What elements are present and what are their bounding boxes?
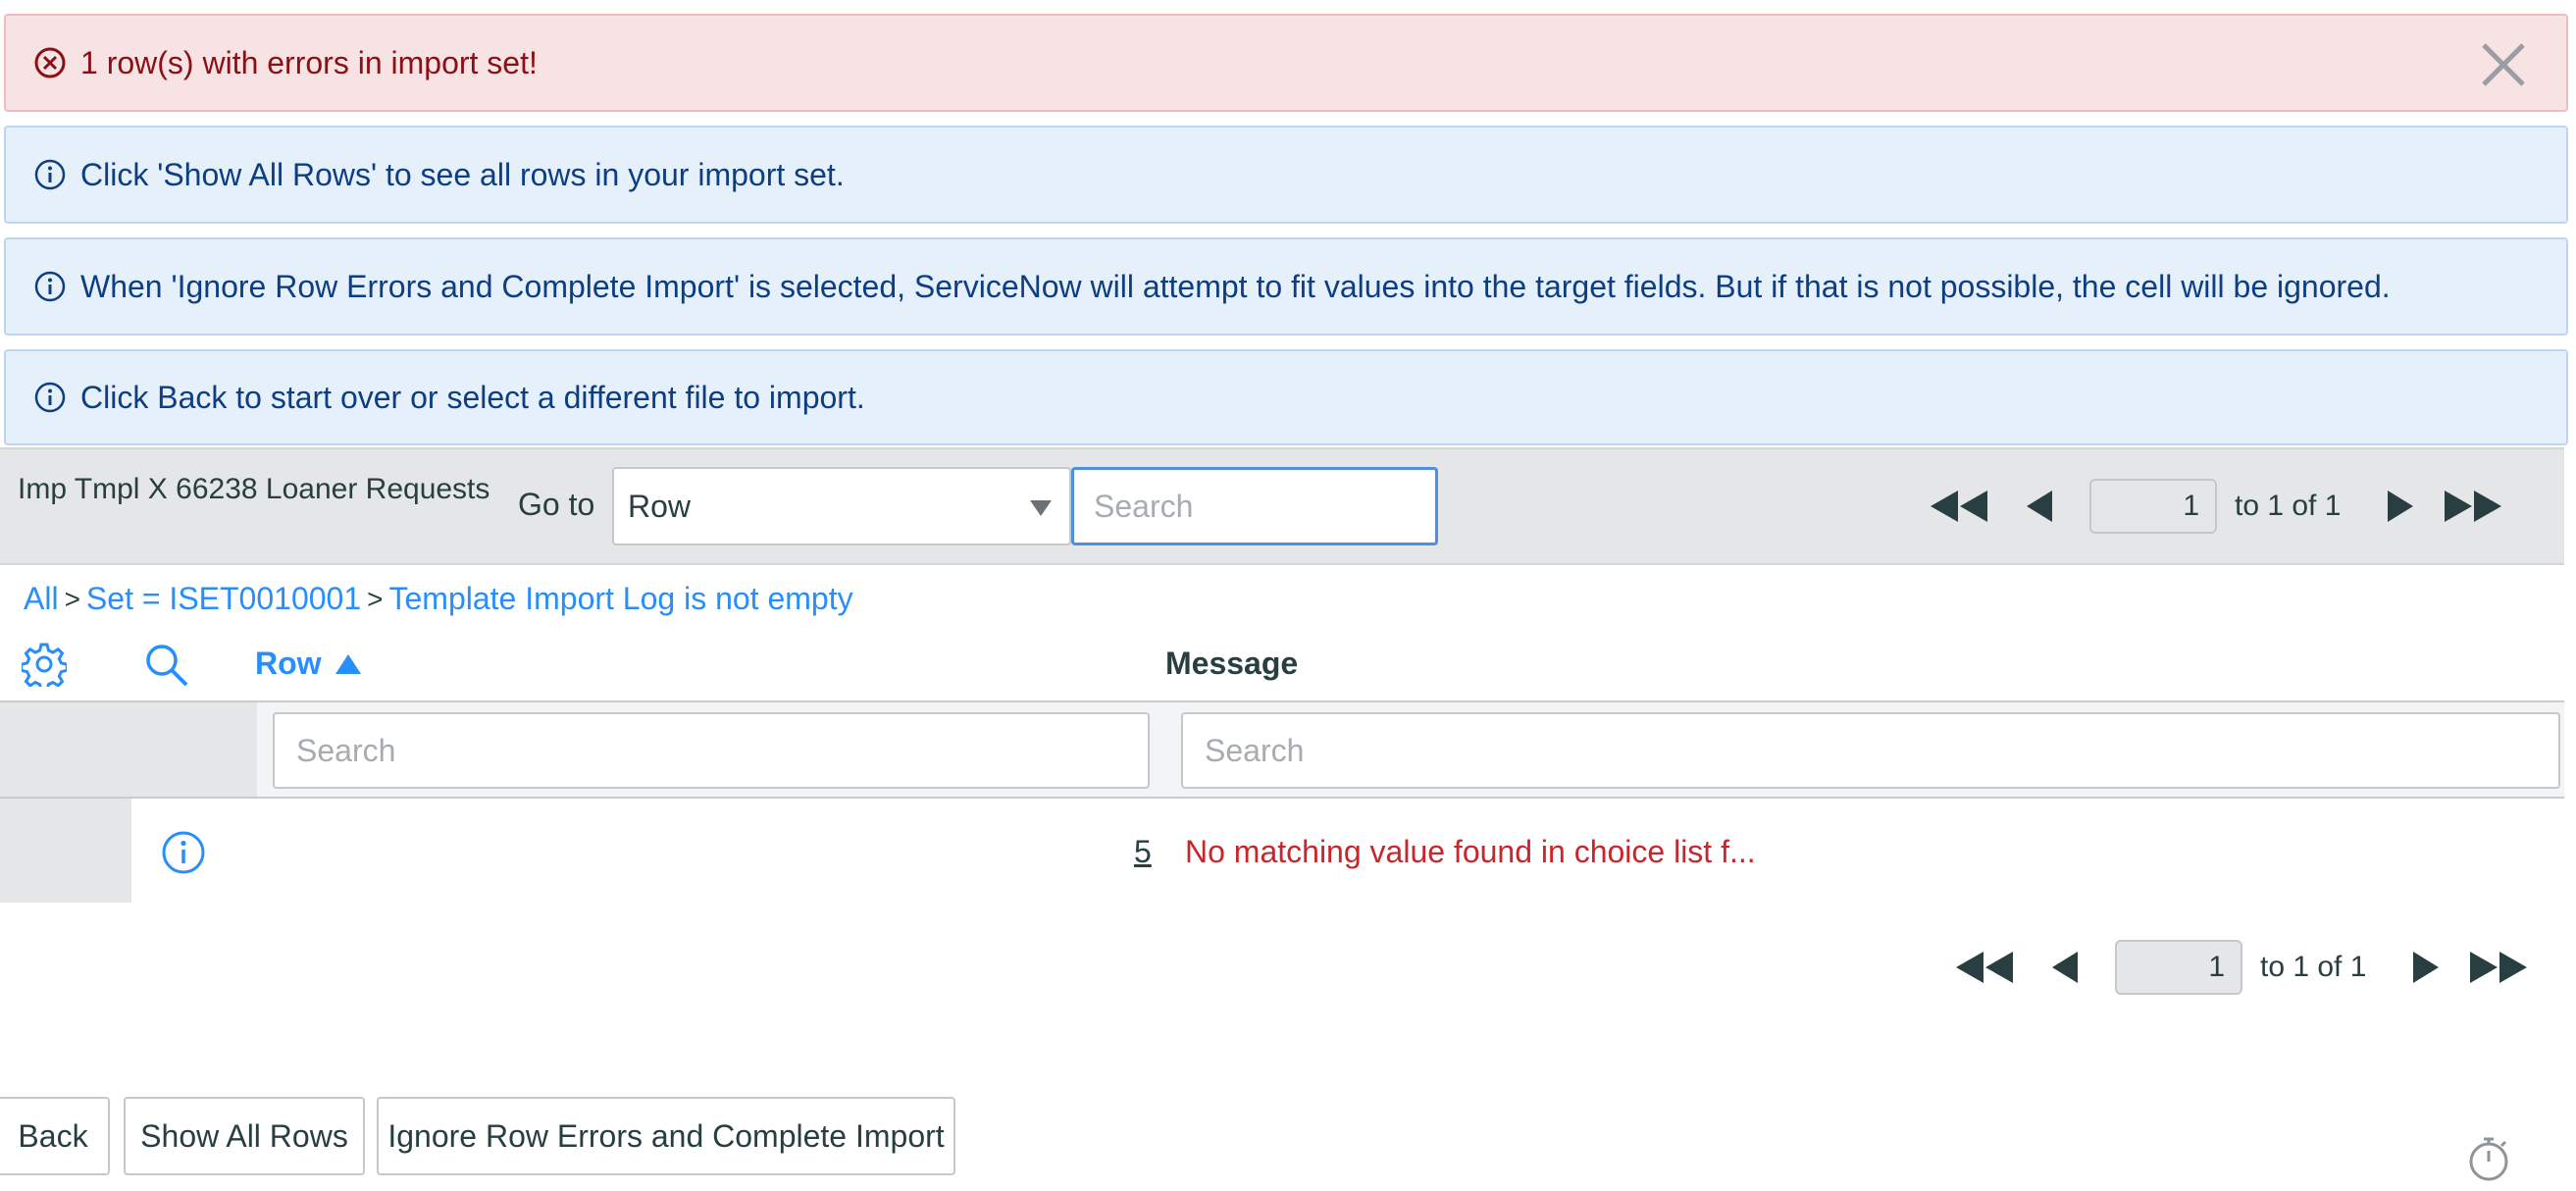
chevron-down-icon: [1030, 500, 1052, 516]
info-alert-text: When 'Ignore Row Errors and Complete Imp…: [80, 268, 2391, 304]
next-page-icon[interactable]: [2386, 491, 2415, 522]
error-circle-icon: [34, 47, 66, 78]
last-page-icon[interactable]: [2443, 491, 2503, 522]
breadcrumb-set[interactable]: Set = ISET0010001: [86, 581, 361, 617]
breadcrumb-all[interactable]: All: [24, 581, 59, 617]
info-icon[interactable]: [161, 830, 206, 875]
breadcrumb: All > Set = ISET0010001 > Template Impor…: [24, 581, 853, 617]
previous-page-icon[interactable]: [2025, 491, 2054, 522]
page-number-input[interactable]: [2089, 479, 2217, 534]
column-search-row: [0, 700, 2564, 799]
column-header-row[interactable]: Row: [255, 646, 361, 682]
info-icon: [34, 271, 66, 302]
row-select-cell[interactable]: [0, 799, 131, 903]
breadcrumb-separator: >: [367, 583, 384, 614]
table-row-number[interactable]: 5: [1134, 834, 1152, 870]
info-icon: [34, 382, 66, 413]
stopwatch-icon[interactable]: [2464, 1134, 2513, 1183]
info-alert-ignore-errors: When 'Ignore Row Errors and Complete Imp…: [4, 237, 2568, 336]
info-alert-back: Click Back to start over or select a dif…: [4, 349, 2568, 445]
next-page-icon[interactable]: [2411, 952, 2441, 983]
search-icon[interactable]: [143, 642, 190, 689]
page-number-input[interactable]: [2115, 940, 2242, 995]
goto-field-select[interactable]: Row: [612, 467, 1071, 545]
message-column-search-input[interactable]: [1181, 712, 2560, 789]
row-column-search-input[interactable]: [273, 712, 1150, 789]
previous-page-icon[interactable]: [2050, 952, 2080, 983]
list-header: Imp Tmpl X 66238 Loaner Requests Go to R…: [0, 447, 2564, 565]
table-row-message: No matching value found in choice list f…: [1185, 834, 1756, 869]
breadcrumb-separator: >: [64, 583, 80, 614]
info-icon: [34, 159, 66, 190]
list-title: Imp Tmpl X 66238 Loaner Requests: [18, 473, 490, 505]
ignore-errors-complete-import-button[interactable]: Ignore Row Errors and Complete Import: [377, 1097, 955, 1175]
close-icon[interactable]: [2478, 39, 2529, 90]
first-page-icon[interactable]: [1929, 491, 1989, 522]
top-pagination: to 1 of 1: [1929, 479, 2503, 534]
goto-label: Go to: [518, 487, 595, 522]
error-alert-text: 1 row(s) with errors in import set!: [80, 44, 538, 80]
info-alert-text: Click 'Show All Rows' to see all rows in…: [80, 156, 845, 192]
sort-ascending-icon: [335, 653, 361, 674]
info-alert-show-all: Click 'Show All Rows' to see all rows in…: [4, 126, 2568, 224]
gear-icon[interactable]: [22, 642, 67, 687]
show-all-rows-button[interactable]: Show All Rows: [124, 1097, 365, 1175]
page-count: to 1 of 1: [2235, 490, 2342, 522]
last-page-icon[interactable]: [2468, 952, 2529, 983]
error-alert: 1 row(s) with errors in import set!: [4, 14, 2568, 112]
page-count: to 1 of 1: [2260, 951, 2367, 983]
column-row-label: Row: [255, 646, 322, 681]
back-button[interactable]: Back: [0, 1097, 110, 1175]
first-page-icon[interactable]: [1954, 952, 2015, 983]
column-header-message[interactable]: Message: [1165, 646, 1298, 682]
breadcrumb-condition[interactable]: Template Import Log is not empty: [388, 581, 852, 617]
goto-search-input[interactable]: [1071, 467, 1438, 545]
goto-field-value: Row: [628, 488, 692, 524]
info-alert-text: Click Back to start over or select a dif…: [80, 379, 865, 415]
bottom-pagination: to 1 of 1: [1954, 940, 2529, 995]
